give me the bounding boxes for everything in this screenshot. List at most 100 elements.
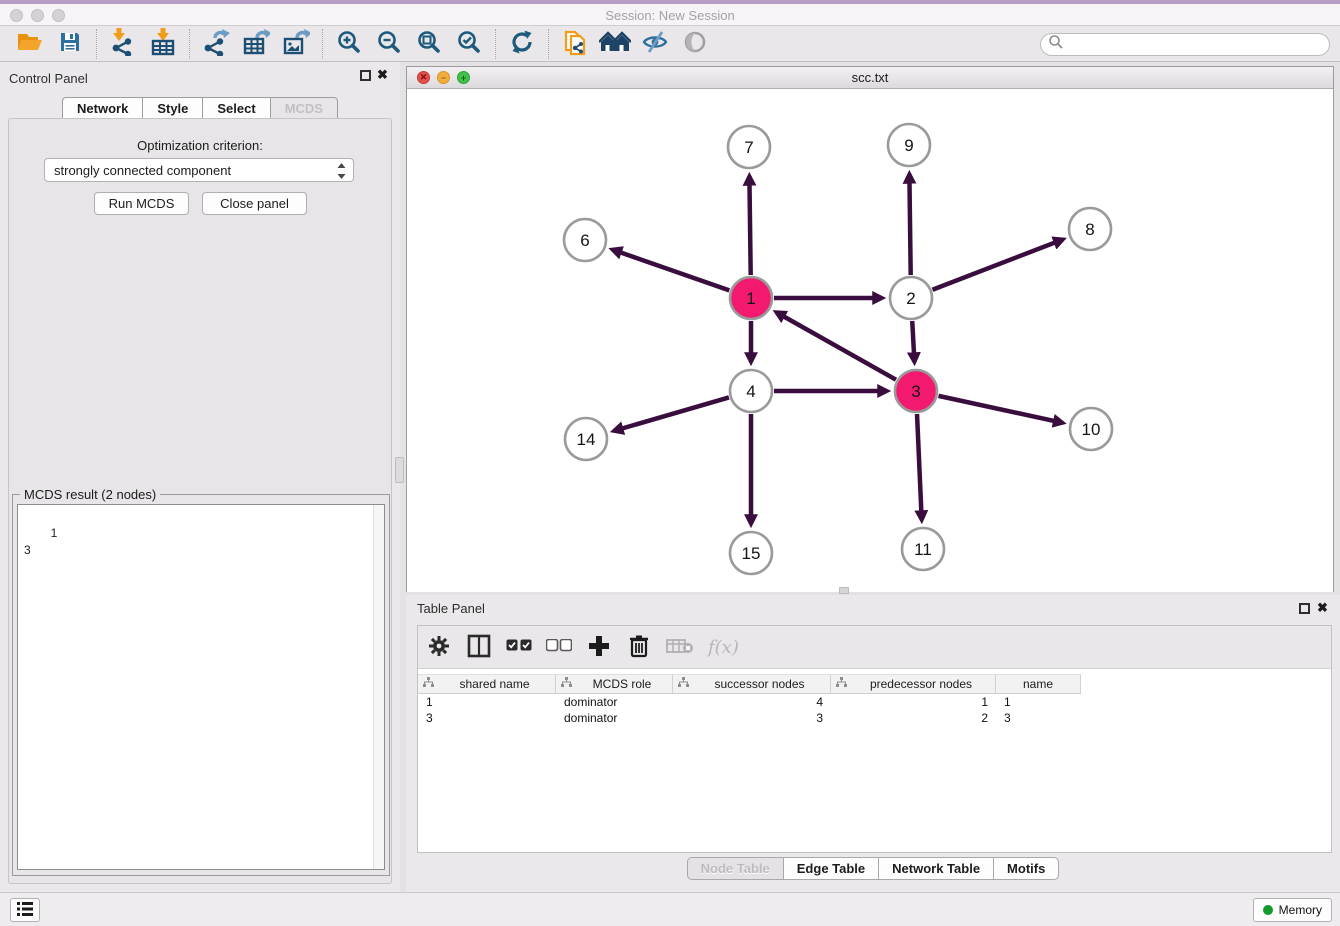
graph-node-15[interactable]: 15 (730, 532, 772, 574)
clear-all-checkboxes-button[interactable] (546, 632, 572, 662)
result-scrollbar[interactable] (373, 505, 384, 869)
table-cell[interactable]: 1 (831, 694, 996, 710)
graph-node-7[interactable]: 7 (728, 126, 770, 168)
show-all-button[interactable] (675, 28, 715, 60)
export-table-button[interactable] (236, 28, 276, 60)
zoom-fit-button[interactable] (409, 28, 449, 60)
add-row-button[interactable] (586, 632, 612, 662)
svg-text:14: 14 (577, 430, 596, 449)
graph-node-4[interactable]: 4 (730, 370, 772, 412)
graph-node-11[interactable]: 11 (902, 528, 944, 570)
vertical-splitter-handle[interactable] (395, 457, 404, 483)
column-header-MCDS-role[interactable]: MCDS role (556, 674, 673, 694)
column-header-name[interactable]: name (996, 674, 1081, 694)
column-header-predecessor-nodes[interactable]: predecessor nodes (831, 674, 996, 694)
table-cell[interactable]: 2 (831, 710, 996, 726)
select-all-checkboxes-button[interactable] (506, 632, 532, 662)
export-image-button[interactable] (276, 28, 316, 60)
hide-selected-button[interactable] (635, 28, 675, 60)
svg-text:11: 11 (914, 540, 932, 559)
save-session-button[interactable] (50, 28, 90, 60)
task-history-button[interactable] (10, 898, 40, 922)
graph-node-14[interactable]: 14 (565, 418, 607, 460)
svg-text:4: 4 (746, 382, 755, 401)
search-input[interactable] (1068, 35, 1329, 54)
graph-node-3[interactable]: 3 (895, 370, 937, 412)
zoom-in-button[interactable] (329, 28, 369, 60)
mcds-result-textarea[interactable]: 1 3 (17, 504, 385, 870)
control-panel-close-icon[interactable]: ✖ (377, 67, 388, 83)
svg-text:9: 9 (904, 136, 913, 155)
graph-edge-3-11[interactable] (917, 414, 922, 520)
graph-node-6[interactable]: 6 (564, 219, 606, 261)
graph-edge-2-8[interactable] (932, 239, 1062, 289)
table-tab-edge-table[interactable]: Edge Table (783, 857, 878, 880)
svg-text:8: 8 (1085, 220, 1094, 239)
memory-button[interactable]: Memory (1253, 898, 1332, 922)
graph-edge-1-7[interactable] (749, 176, 750, 275)
zoom-selected-button[interactable] (449, 28, 489, 60)
export-image-icon (282, 28, 310, 59)
table-cell[interactable]: 3 (673, 710, 831, 726)
graph-edge-1-6[interactable] (612, 250, 729, 291)
graph-node-8[interactable]: 8 (1069, 208, 1111, 250)
table-cell[interactable]: 4 (673, 694, 831, 710)
mcds-result-group: MCDS result (2 nodes) 1 3 (12, 494, 390, 876)
network-canvas-svg[interactable]: 7 9 6 8 1 2 4 3 14 10 15 11 (407, 89, 1333, 592)
table-row[interactable]: 1dominator411 (418, 694, 1331, 710)
criterion-dropdown[interactable]: strongly connected component (44, 158, 354, 182)
import-table-button[interactable] (143, 28, 183, 60)
table-row[interactable]: 3dominator323 (418, 710, 1331, 726)
table-tab-motifs[interactable]: Motifs (993, 857, 1059, 880)
graph-edge-3-10[interactable] (938, 396, 1062, 423)
graph-node-2[interactable]: 2 (890, 277, 932, 319)
graph-edge-3-1[interactable] (776, 312, 896, 379)
horizontal-splitter-handle[interactable] (839, 587, 849, 594)
graph-node-1[interactable]: 1 (730, 277, 772, 319)
delete-table-button[interactable] (666, 632, 694, 662)
control-tab-style[interactable]: Style (142, 97, 202, 119)
graph-edge-2-9[interactable] (909, 174, 910, 275)
control-tab-mcds[interactable]: MCDS (270, 97, 338, 119)
table-cell[interactable]: 1 (996, 694, 1081, 710)
open-file-button[interactable] (10, 28, 50, 60)
checked-boxes-icon (506, 639, 532, 655)
delete-row-button[interactable] (626, 632, 652, 662)
table-tab-network-table[interactable]: Network Table (878, 857, 993, 880)
control-tab-select[interactable]: Select (202, 97, 269, 119)
zoom-out-button[interactable] (369, 28, 409, 60)
table-panel-float-button[interactable] (1299, 603, 1310, 614)
svg-text:10: 10 (1082, 420, 1101, 439)
column-header-shared-name[interactable]: shared name (418, 674, 556, 694)
table-cell[interactable]: dominator (556, 710, 673, 726)
table-panel-close-icon[interactable]: ✖ (1317, 600, 1328, 616)
export-network-button[interactable] (196, 28, 236, 60)
toolbar-separator (548, 29, 549, 59)
new-network-from-selection-button[interactable] (555, 28, 595, 60)
open-folder-icon (16, 30, 44, 57)
import-network-button[interactable] (103, 28, 143, 60)
control-panel-float-button[interactable] (360, 70, 371, 81)
graph-edge-2-3[interactable] (912, 321, 914, 362)
table-cell[interactable]: 3 (996, 710, 1081, 726)
table-cell[interactable]: 1 (418, 694, 556, 710)
column-header-successor-nodes[interactable]: successor nodes (673, 674, 831, 694)
table-cell[interactable]: dominator (556, 694, 673, 710)
table-cell[interactable]: 3 (418, 710, 556, 726)
table-tab-node-table[interactable]: Node Table (687, 857, 783, 880)
eye-slash-icon (641, 30, 669, 57)
show-columns-button[interactable] (466, 632, 492, 662)
function-builder-button[interactable]: f(x) (708, 632, 739, 662)
svg-text:7: 7 (744, 138, 753, 157)
first-neighbors-button[interactable] (595, 28, 635, 60)
run-mcds-button[interactable]: Run MCDS (94, 192, 189, 215)
graph-edge-4-14[interactable] (614, 397, 729, 430)
apply-layout-button[interactable] (502, 28, 542, 60)
graph-node-9[interactable]: 9 (888, 124, 930, 166)
network-window-titlebar[interactable]: ✕ − + scc.txt (407, 67, 1333, 89)
close-panel-button[interactable]: Close panel (202, 192, 307, 215)
tree-icon (673, 677, 689, 691)
graph-node-10[interactable]: 10 (1070, 408, 1112, 450)
table-settings-button[interactable] (426, 632, 452, 662)
control-tab-network[interactable]: Network (62, 97, 142, 119)
